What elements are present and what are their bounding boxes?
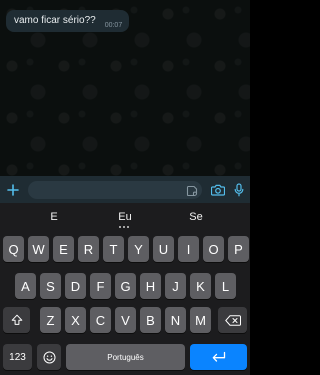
emoji-key[interactable] (37, 344, 61, 370)
key-s[interactable]: S (40, 273, 61, 299)
key-w[interactable]: W (28, 236, 49, 262)
space-key[interactable]: Português (66, 344, 185, 370)
key-g[interactable]: G (115, 273, 136, 299)
keyboard: E Eu Se Q W E R T Y U I O P A S D F G H … (0, 203, 250, 375)
key-y[interactable]: Y (128, 236, 149, 262)
emoji-icon (43, 351, 55, 363)
key-j[interactable]: J (165, 273, 186, 299)
camera-icon[interactable] (208, 176, 228, 203)
key-h[interactable]: H (140, 273, 161, 299)
shift-arrow-icon (11, 314, 22, 325)
key-q[interactable]: Q (3, 236, 24, 262)
key-u[interactable]: U (153, 236, 174, 262)
key-k[interactable]: K (190, 273, 211, 299)
key-b[interactable]: B (140, 307, 161, 333)
key-f[interactable]: F (90, 273, 111, 299)
microphone-icon[interactable] (230, 176, 248, 203)
incoming-message-bubble[interactable]: vamo ficar sério?? 00:07 (6, 10, 130, 32)
sticker-icon[interactable] (186, 184, 198, 196)
message-text: vamo ficar sério?? (14, 15, 96, 26)
key-t[interactable]: T (103, 236, 124, 262)
chat-background: vamo ficar sério?? 00:07 (0, 0, 250, 176)
message-input[interactable] (28, 180, 202, 199)
return-key[interactable] (190, 344, 247, 370)
key-v[interactable]: V (115, 307, 136, 333)
key-o[interactable]: O (203, 236, 224, 262)
suggestion-1[interactable]: E (29, 211, 79, 223)
key-a[interactable]: A (15, 273, 36, 299)
message-composer (0, 176, 250, 203)
key-m[interactable]: M (190, 307, 211, 333)
plus-icon[interactable] (0, 176, 26, 203)
key-i[interactable]: I (178, 236, 199, 262)
key-c[interactable]: C (90, 307, 111, 333)
suggestion-2[interactable]: Eu (100, 211, 150, 223)
key-z[interactable]: Z (40, 307, 61, 333)
suggestion-bar: E Eu Se (0, 203, 250, 233)
suggestion-3[interactable]: Se (171, 211, 221, 223)
key-r[interactable]: R (78, 236, 99, 262)
key-x[interactable]: X (65, 307, 86, 333)
backspace-icon (224, 314, 241, 326)
key-n[interactable]: N (165, 307, 186, 333)
key-e[interactable]: E (53, 236, 74, 262)
backspace-key[interactable] (218, 307, 247, 333)
message-time: 00:07 (104, 22, 123, 29)
key-p[interactable]: P (228, 236, 249, 262)
return-arrow-icon (212, 351, 225, 362)
numbers-key[interactable]: 123 (3, 344, 32, 370)
shift-key[interactable] (3, 307, 30, 333)
more-suggestions-indicator (119, 226, 129, 228)
key-l[interactable]: L (215, 273, 236, 299)
key-d[interactable]: D (65, 273, 86, 299)
